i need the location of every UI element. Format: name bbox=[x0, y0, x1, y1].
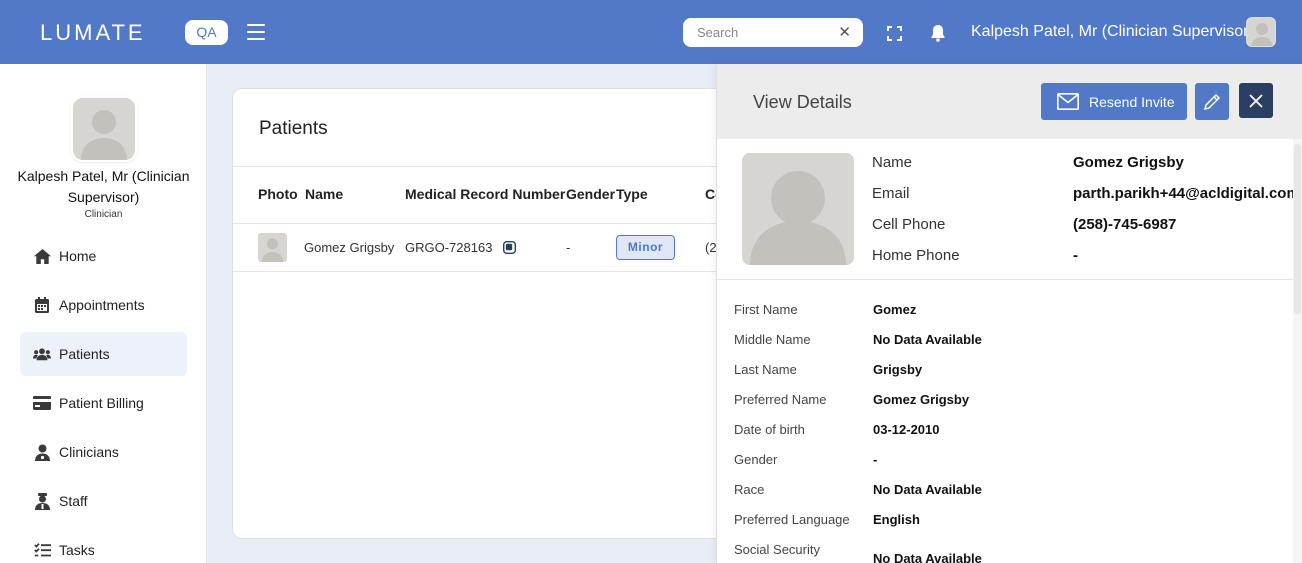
summary-email-value: parth.parikh+44@acldigital.com bbox=[1073, 185, 1300, 202]
patient-photo bbox=[258, 233, 287, 262]
tasks-icon bbox=[33, 541, 51, 559]
column-header-mrn[interactable]: Medical Record Number bbox=[405, 186, 565, 202]
sidebar-item-appointments[interactable]: Appointments bbox=[20, 283, 187, 327]
patient-mrn: GRGO-728163 bbox=[405, 240, 493, 255]
summary-name-value: Gomez Grigsby bbox=[1073, 154, 1184, 171]
field-label: Preferred Language bbox=[734, 512, 850, 527]
patients-card: Patients Photo Name Medical Record Numbe… bbox=[232, 88, 732, 539]
patient-type-badge: Minor bbox=[616, 235, 675, 260]
summary-email-label: Email bbox=[872, 185, 910, 202]
field-value: No Data Available bbox=[873, 332, 982, 347]
clear-search-icon[interactable]: ✕ bbox=[838, 23, 851, 41]
sidebar-item-patient-billing[interactable]: Patient Billing bbox=[20, 381, 187, 425]
pencil-icon bbox=[1203, 93, 1221, 110]
sidebar-item-home[interactable]: Home bbox=[20, 234, 187, 278]
home-icon bbox=[33, 247, 51, 265]
field-label: Social Security bbox=[734, 542, 820, 557]
panel-title: View Details bbox=[753, 92, 852, 112]
sidebar: Kalpesh Patel, Mr (Clinician Supervisor)… bbox=[0, 64, 207, 563]
divider bbox=[233, 166, 731, 167]
sidebar-user-role: Clinician bbox=[84, 209, 123, 220]
sidebar-item-label: Home bbox=[59, 248, 97, 264]
search-input[interactable] bbox=[683, 18, 823, 47]
field-label: First Name bbox=[734, 302, 798, 317]
panel-scroll-thumb[interactable] bbox=[1294, 144, 1301, 314]
field-value: Gomez Grigsby bbox=[873, 392, 970, 407]
patient-name[interactable]: Gomez Grigsby bbox=[304, 240, 394, 255]
field-label: Middle Name bbox=[734, 332, 811, 347]
summary-home-phone-value: - bbox=[1073, 247, 1078, 264]
panel-header: View Details Resend Invite bbox=[717, 64, 1302, 139]
view-details-panel: View Details Resend Invite Name Gomez Gr… bbox=[716, 64, 1302, 563]
field-value: 03-12-2010 bbox=[873, 422, 940, 437]
column-header-photo: Photo bbox=[258, 186, 298, 202]
clinician-icon bbox=[33, 443, 51, 461]
top-bar: LUMATE QA ✕ Kalpesh Patel, Mr (Clinician… bbox=[0, 0, 1302, 64]
field-value: No Data Available bbox=[873, 551, 982, 563]
field-value: English bbox=[873, 512, 920, 527]
summary-home-phone-label: Home Phone bbox=[872, 247, 960, 264]
header-avatar[interactable] bbox=[1246, 17, 1276, 47]
field-value: No Data Available bbox=[873, 482, 982, 497]
copy-icon[interactable] bbox=[503, 241, 516, 254]
sidebar-item-label: Staff bbox=[59, 493, 88, 509]
divider bbox=[233, 223, 731, 224]
sidebar-nav: Home Appointments Patients Patient Billi… bbox=[20, 234, 187, 563]
resend-invite-label: Resend Invite bbox=[1089, 93, 1175, 110]
sidebar-item-label: Clinicians bbox=[59, 444, 119, 460]
sidebar-item-label: Appointments bbox=[59, 297, 145, 313]
calendar-icon bbox=[33, 296, 51, 314]
field-label: Last Name bbox=[734, 362, 797, 377]
search-box: ✕ bbox=[683, 18, 863, 47]
patient-detail-photo bbox=[742, 153, 854, 265]
sidebar-item-patients[interactable]: Patients bbox=[20, 332, 187, 376]
credit-card-icon bbox=[33, 394, 51, 412]
edit-button[interactable] bbox=[1195, 83, 1229, 120]
app-logo[interactable]: LUMATE bbox=[40, 20, 146, 46]
close-panel-button[interactable] bbox=[1239, 83, 1273, 118]
summary-name-label: Name bbox=[872, 154, 913, 171]
sidebar-user-name: Kalpesh Patel, Mr (Clinician Supervisor) bbox=[17, 168, 190, 205]
field-label: Gender bbox=[734, 452, 778, 467]
sidebar-avatar bbox=[73, 98, 135, 160]
resend-invite-button[interactable]: Resend Invite bbox=[1041, 83, 1187, 120]
field-label: Date of birth bbox=[734, 422, 805, 437]
header-user-name[interactable]: Kalpesh Patel, Mr (Clinician Supervisor) bbox=[971, 23, 1254, 41]
divider bbox=[233, 271, 731, 272]
mail-icon bbox=[1057, 93, 1079, 110]
notification-bell-icon[interactable] bbox=[930, 24, 946, 42]
field-value: Gomez bbox=[873, 302, 917, 317]
field-value: - bbox=[873, 452, 878, 467]
sidebar-item-label: Tasks bbox=[59, 542, 95, 558]
patient-gender: - bbox=[566, 240, 571, 255]
menu-toggle-icon[interactable] bbox=[247, 24, 265, 40]
field-value: Grigsby bbox=[873, 362, 923, 377]
close-icon bbox=[1249, 93, 1263, 108]
sidebar-item-tasks[interactable]: Tasks bbox=[20, 528, 187, 563]
sidebar-item-label: Patient Billing bbox=[59, 395, 144, 411]
users-icon bbox=[33, 345, 51, 363]
sidebar-item-clinicians[interactable]: Clinicians bbox=[20, 430, 187, 474]
field-label: Race bbox=[734, 482, 765, 497]
summary-cell-phone-value: (258)-745-6987 bbox=[1073, 216, 1177, 233]
fullscreen-icon[interactable] bbox=[887, 26, 902, 41]
column-header-name[interactable]: Name bbox=[305, 186, 343, 202]
sidebar-item-staff[interactable]: Staff bbox=[20, 479, 187, 523]
page-title: Patients bbox=[259, 118, 328, 139]
summary-cell-phone-label: Cell Phone bbox=[872, 216, 946, 233]
divider bbox=[717, 279, 1293, 280]
sidebar-item-label: Patients bbox=[59, 346, 110, 362]
field-label: Preferred Name bbox=[734, 392, 827, 407]
staff-icon bbox=[33, 492, 51, 510]
environment-badge: QA bbox=[185, 20, 228, 45]
column-header-gender[interactable]: Gender bbox=[566, 186, 615, 202]
column-header-type[interactable]: Type bbox=[616, 186, 648, 202]
